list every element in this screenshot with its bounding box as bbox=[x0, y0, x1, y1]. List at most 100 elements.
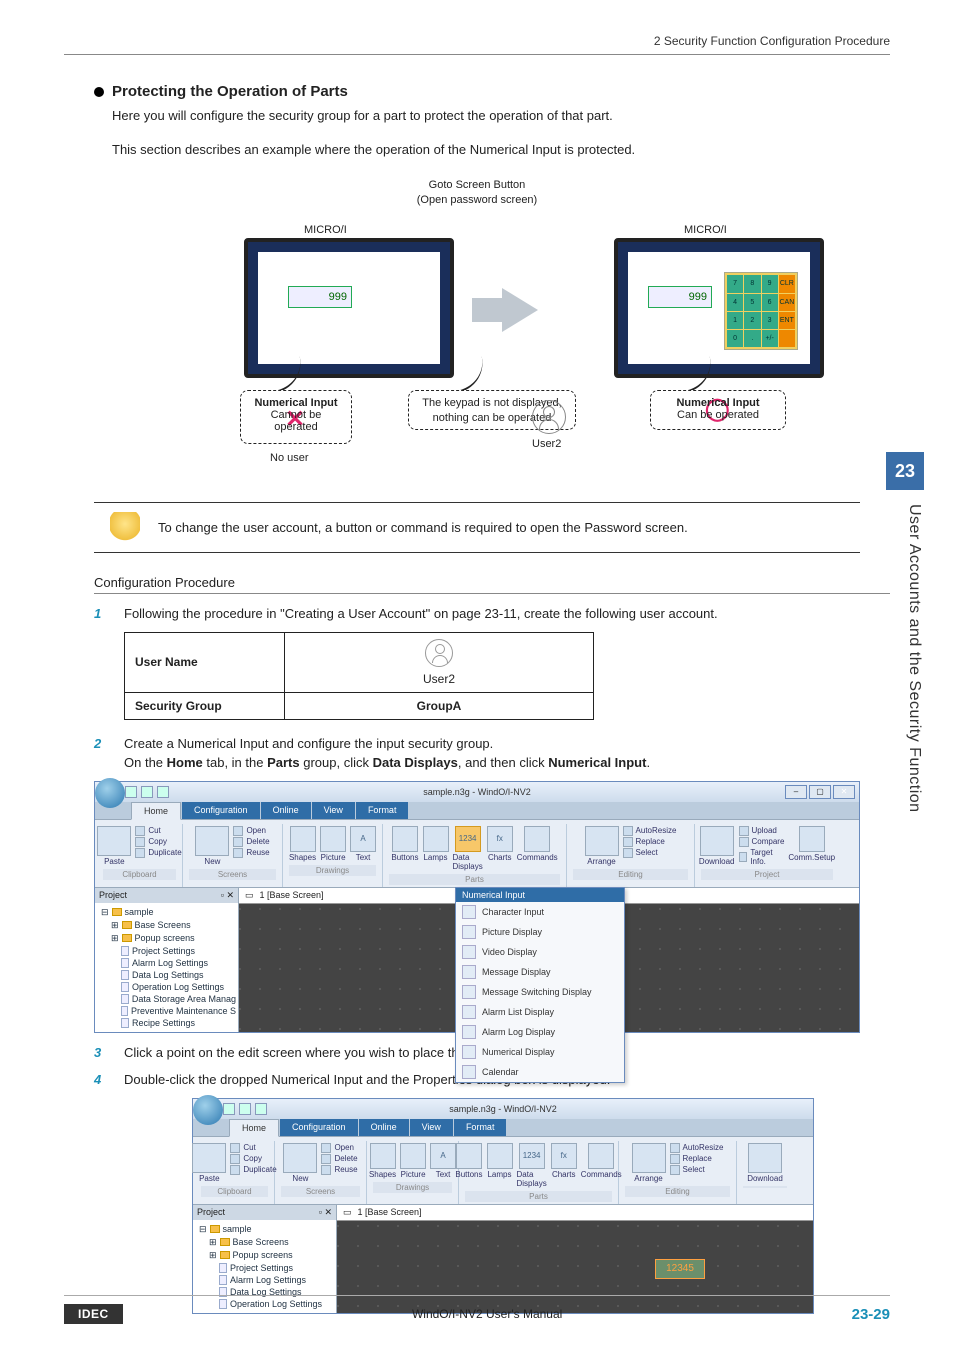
ribbon-tab[interactable]: Format bbox=[454, 1119, 507, 1136]
placed-numerical-input[interactable]: 12345 bbox=[655, 1259, 705, 1279]
upload-icon[interactable] bbox=[739, 826, 749, 836]
charts-icon[interactable]: fx bbox=[551, 1143, 577, 1169]
arrange-icon[interactable] bbox=[632, 1143, 666, 1173]
duplicate-icon[interactable] bbox=[135, 848, 145, 858]
tree-root[interactable]: ⊟ sample bbox=[97, 906, 236, 919]
ribbon-tab[interactable]: View bbox=[410, 1119, 453, 1136]
qat-icon[interactable] bbox=[255, 1103, 267, 1115]
tree-node[interactable]: Operation Log Settings bbox=[97, 981, 236, 993]
ribbon-tab[interactable]: Home bbox=[229, 1119, 279, 1137]
tree-node[interactable]: ⊞ Base Screens bbox=[97, 919, 236, 932]
charts-icon[interactable]: fx bbox=[487, 826, 513, 852]
dropdown-item[interactable]: Message Switching Display bbox=[456, 982, 624, 1002]
arrow-icon bbox=[502, 288, 538, 332]
dropdown-item[interactable]: Alarm Log Display bbox=[456, 1022, 624, 1042]
ribbon-tab[interactable]: Configuration bbox=[280, 1119, 358, 1136]
target-icon[interactable] bbox=[739, 852, 748, 862]
tree-node[interactable]: ⊞ Popup screens bbox=[195, 1249, 334, 1262]
ribbon-tab[interactable]: View bbox=[312, 802, 355, 819]
comm-setup-icon[interactable] bbox=[799, 826, 825, 852]
text-icon[interactable]: A bbox=[350, 826, 376, 852]
open-icon[interactable] bbox=[321, 1143, 331, 1153]
shapes-icon[interactable] bbox=[370, 1143, 396, 1169]
download-icon[interactable] bbox=[748, 1143, 782, 1173]
dropdown-item[interactable]: Numerical Display bbox=[456, 1042, 624, 1062]
replace-icon[interactable] bbox=[670, 1154, 680, 1164]
tree-node[interactable]: Alarm Log Settings bbox=[195, 1274, 334, 1286]
download-icon[interactable] bbox=[700, 826, 734, 856]
ribbon-tab[interactable]: Configuration bbox=[182, 802, 260, 819]
qat-icon[interactable] bbox=[141, 786, 153, 798]
copy-icon[interactable] bbox=[230, 1154, 240, 1164]
dropdown-item[interactable]: Calendar bbox=[456, 1062, 624, 1082]
picture-icon[interactable] bbox=[400, 1143, 426, 1169]
data-displays-button[interactable]: 1234 bbox=[519, 1143, 545, 1169]
step-number: 1 bbox=[94, 604, 110, 624]
copy-icon[interactable] bbox=[135, 837, 145, 847]
buttons-icon[interactable] bbox=[392, 826, 418, 852]
tree-node[interactable]: Alarm Log Settings bbox=[97, 957, 236, 969]
tree-node[interactable]: Project Settings bbox=[97, 945, 236, 957]
step-1-text: Following the procedure in "Creating a U… bbox=[124, 604, 718, 624]
autoresize-icon[interactable] bbox=[670, 1143, 680, 1153]
ribbon-tab[interactable]: Home bbox=[131, 802, 181, 820]
lamps-icon[interactable] bbox=[423, 826, 449, 852]
tree-node[interactable]: Project Settings bbox=[195, 1262, 334, 1274]
delete-icon[interactable] bbox=[321, 1154, 331, 1164]
reuse-icon[interactable] bbox=[321, 1165, 331, 1175]
tree-node[interactable]: Preventive Maintenance S bbox=[97, 1005, 236, 1017]
canvas-header: ▭1 [Base Screen] bbox=[337, 1205, 813, 1221]
paste-icon[interactable] bbox=[192, 1143, 226, 1173]
text-icon[interactable]: A bbox=[430, 1143, 456, 1169]
minimize-button[interactable]: – bbox=[785, 785, 807, 799]
app-orb-icon[interactable] bbox=[95, 778, 125, 808]
app-orb-icon[interactable] bbox=[193, 1095, 223, 1125]
dropdown-item[interactable]: Video Display bbox=[456, 942, 624, 962]
select-icon[interactable] bbox=[670, 1165, 680, 1175]
arrange-icon[interactable] bbox=[585, 826, 619, 856]
ribbon-tab[interactable]: Format bbox=[356, 802, 409, 819]
autoresize-icon[interactable] bbox=[623, 826, 633, 836]
close-button[interactable]: ✕ bbox=[833, 785, 855, 799]
tree-node[interactable]: Data Log Settings bbox=[97, 969, 236, 981]
tree-node[interactable]: Recipe Settings bbox=[97, 1017, 236, 1029]
cut-icon[interactable] bbox=[230, 1143, 240, 1153]
maximize-button[interactable]: ▢ bbox=[809, 785, 831, 799]
dropdown-item[interactable]: Alarm List Display bbox=[456, 1002, 624, 1022]
shapes-icon[interactable] bbox=[290, 826, 316, 852]
commands-icon[interactable] bbox=[524, 826, 550, 852]
reuse-icon[interactable] bbox=[233, 848, 243, 858]
data-displays-button[interactable]: 1234 bbox=[455, 826, 481, 852]
tree-node[interactable]: ⊞ Popup screens bbox=[97, 932, 236, 945]
new-icon[interactable] bbox=[283, 1143, 317, 1173]
cut-icon[interactable] bbox=[135, 826, 145, 836]
tree-node[interactable]: Data Storage Area Manag bbox=[97, 993, 236, 1005]
new-icon[interactable] bbox=[195, 826, 229, 856]
keypad-key: 7 bbox=[727, 275, 743, 292]
duplicate-icon[interactable] bbox=[230, 1165, 240, 1175]
ribbon-tab[interactable]: Online bbox=[359, 1119, 409, 1136]
buttons-icon[interactable] bbox=[456, 1143, 482, 1169]
qat-icon[interactable] bbox=[239, 1103, 251, 1115]
keypad-key: CLR bbox=[779, 275, 795, 292]
delete-icon[interactable] bbox=[233, 837, 243, 847]
replace-icon[interactable] bbox=[623, 837, 633, 847]
compare-icon[interactable] bbox=[739, 837, 749, 847]
picture-icon[interactable] bbox=[320, 826, 346, 852]
paste-icon[interactable] bbox=[97, 826, 131, 856]
commands-icon[interactable] bbox=[588, 1143, 614, 1169]
dropdown-item[interactable]: Picture Display bbox=[456, 922, 624, 942]
qat-icon[interactable] bbox=[157, 786, 169, 798]
dropdown-item[interactable]: Character Input bbox=[456, 902, 624, 922]
goto-label: Goto Screen Button(Open password screen) bbox=[417, 178, 537, 207]
select-icon[interactable] bbox=[623, 848, 633, 858]
tree-node[interactable]: ⊞ Base Screens bbox=[195, 1236, 334, 1249]
lamps-icon[interactable] bbox=[487, 1143, 513, 1169]
open-icon[interactable] bbox=[233, 826, 243, 836]
dropdown-item[interactable]: Message Display bbox=[456, 962, 624, 982]
tree-root[interactable]: ⊟ sample bbox=[195, 1223, 334, 1236]
intro-line-2: This section describes an example where … bbox=[112, 140, 890, 160]
qat-icon[interactable] bbox=[125, 786, 137, 798]
qat-icon[interactable] bbox=[223, 1103, 235, 1115]
ribbon-tab[interactable]: Online bbox=[261, 802, 311, 819]
